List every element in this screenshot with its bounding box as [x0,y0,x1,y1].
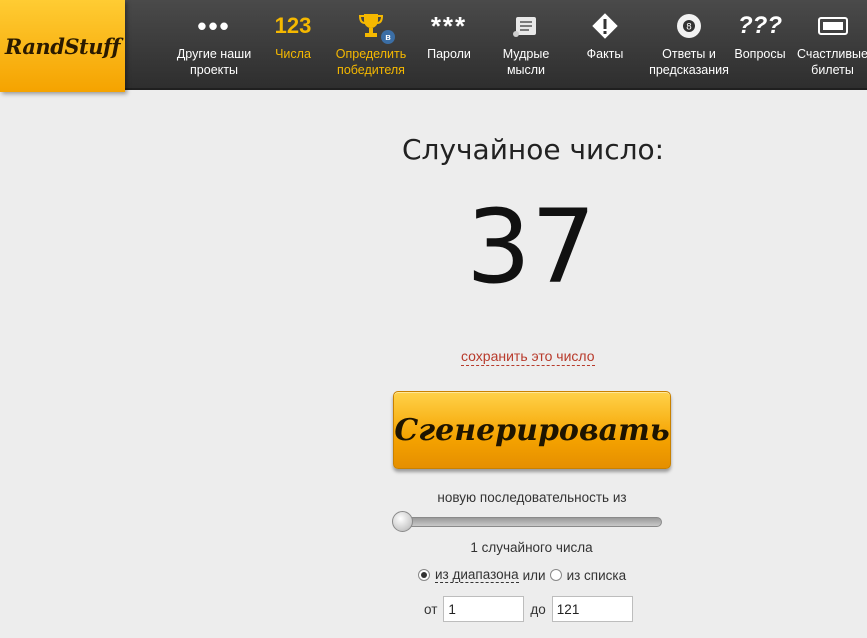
nav-facts[interactable]: Факты [576,0,634,90]
nav-label: Ответы и предсказания [649,47,729,77]
warning-diamond-icon [592,13,618,39]
range-to-input[interactable] [551,596,633,622]
from-label: от [424,601,438,617]
or-text: или [522,567,546,583]
nav-passwords[interactable]: *** Пароли [416,0,482,90]
generate-button-label: Сгенерировать [394,412,670,448]
nav-other-projects[interactable]: ••• Другие наши проекты [172,0,256,90]
nav-label: Факты [586,47,624,61]
nav-label: Определить победителя [335,47,407,77]
ticket-icon [817,17,848,35]
sequence-label: новую последовательность из [437,490,627,505]
nav-lucky-tickets[interactable]: Счастливые билеты [797,0,867,90]
nav-label: Мудрые мысли [502,47,550,77]
trophy-icon [359,14,383,37]
nav-label: Числа [275,47,311,61]
nav-wise-thoughts[interactable]: Мудрые мысли [492,0,560,90]
nav-label: Счастливые билеты [797,47,867,77]
vk-badge: в [381,30,395,44]
to-label: до [530,601,546,617]
numbers-icon: 123 [274,13,312,38]
range-mode-label[interactable]: из диапазона [435,567,519,583]
count-slider-handle[interactable] [392,511,413,532]
top-navigation-bar: RandStuff ••• Другие наши проекты 123 Чи… [0,0,867,92]
nav-label: Другие наши проекты [176,47,252,77]
dots-icon: ••• [197,11,231,41]
question-marks-icon: ??? [738,12,782,39]
nav-label: Вопросы [734,47,786,61]
range-mode-radio[interactable] [418,569,430,581]
list-mode-label[interactable]: из списка [567,568,627,583]
nav-answers-predictions[interactable]: 8 Ответы и предсказания [640,0,738,90]
count-slider-track[interactable] [394,517,662,527]
nav-label: Пароли [427,47,471,61]
svg-text:8: 8 [686,23,692,33]
asterisks-icon: *** [430,11,468,41]
site-logo[interactable]: RandStuff [0,0,125,92]
logo-text: RandStuff [4,33,121,59]
nav-numbers[interactable]: 123 Числа [262,0,324,90]
list-mode-radio[interactable] [549,569,562,581]
nav-questions[interactable]: ??? Вопросы [730,0,790,90]
range-from-input[interactable] [443,596,525,622]
source-mode-selector: из диапазона или из списка [418,567,626,583]
scroll-icon [513,17,536,37]
generate-button[interactable]: Сгенерировать [393,391,671,469]
page-title: Случайное число: [402,133,665,166]
eight-ball-icon: 8 [677,14,701,38]
range-inputs: от до [424,596,633,622]
save-number-link[interactable]: сохранить это число [461,348,595,366]
nav-determine-winner[interactable]: в Определить победителя [330,0,412,90]
random-number-result: 37 [466,188,596,307]
count-label: 1 случайного числа [470,540,593,555]
